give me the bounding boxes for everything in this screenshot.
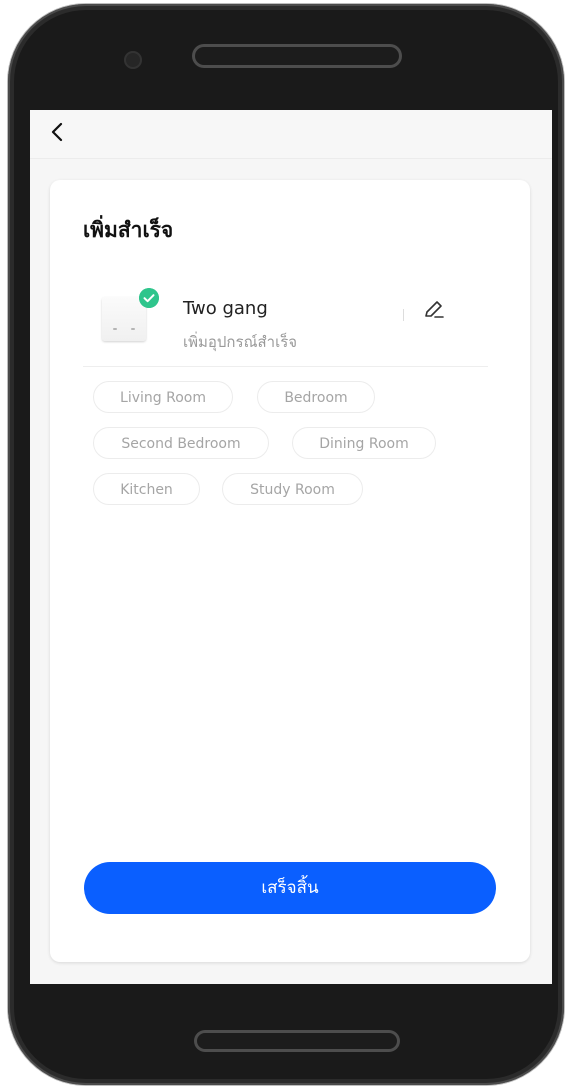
switch-dot (113, 328, 117, 330)
pencil-icon[interactable] (422, 298, 446, 322)
bottom-speaker (194, 1030, 400, 1052)
divider (83, 366, 488, 367)
separator (403, 309, 404, 321)
room-chip-kitchen[interactable]: Kitchen (93, 473, 200, 505)
app-screen: เพิ่มสำเร็จ Two gang เพิ่มอุปกรณ์สำเร็จ … (30, 110, 552, 984)
done-button[interactable]: เสร็จสิ้น (84, 862, 496, 914)
room-chip-second-bedroom[interactable]: Second Bedroom (93, 427, 269, 459)
switch-dot (131, 328, 135, 330)
success-card: เพิ่มสำเร็จ Two gang เพิ่มอุปกรณ์สำเร็จ … (50, 180, 530, 962)
room-chip-dining-room[interactable]: Dining Room (292, 427, 436, 459)
page-title: เพิ่มสำเร็จ (83, 218, 174, 242)
room-chip-study-room[interactable]: Study Room (222, 473, 363, 505)
device-name: Two gang (183, 298, 268, 319)
room-chip-living-room[interactable]: Living Room (93, 381, 233, 413)
room-chip-bedroom[interactable]: Bedroom (257, 381, 375, 413)
top-speaker (192, 44, 402, 68)
front-camera (124, 51, 142, 69)
check-circle-icon (139, 288, 159, 308)
navigation-bar (30, 110, 552, 159)
device-row: Two gang เพิ่มอุปกรณ์สำเร็จ (50, 280, 530, 370)
chevron-left-icon[interactable] (46, 120, 70, 144)
device-thumbnail (102, 297, 146, 341)
device-status: เพิ่มอุปกรณ์สำเร็จ (183, 333, 298, 351)
